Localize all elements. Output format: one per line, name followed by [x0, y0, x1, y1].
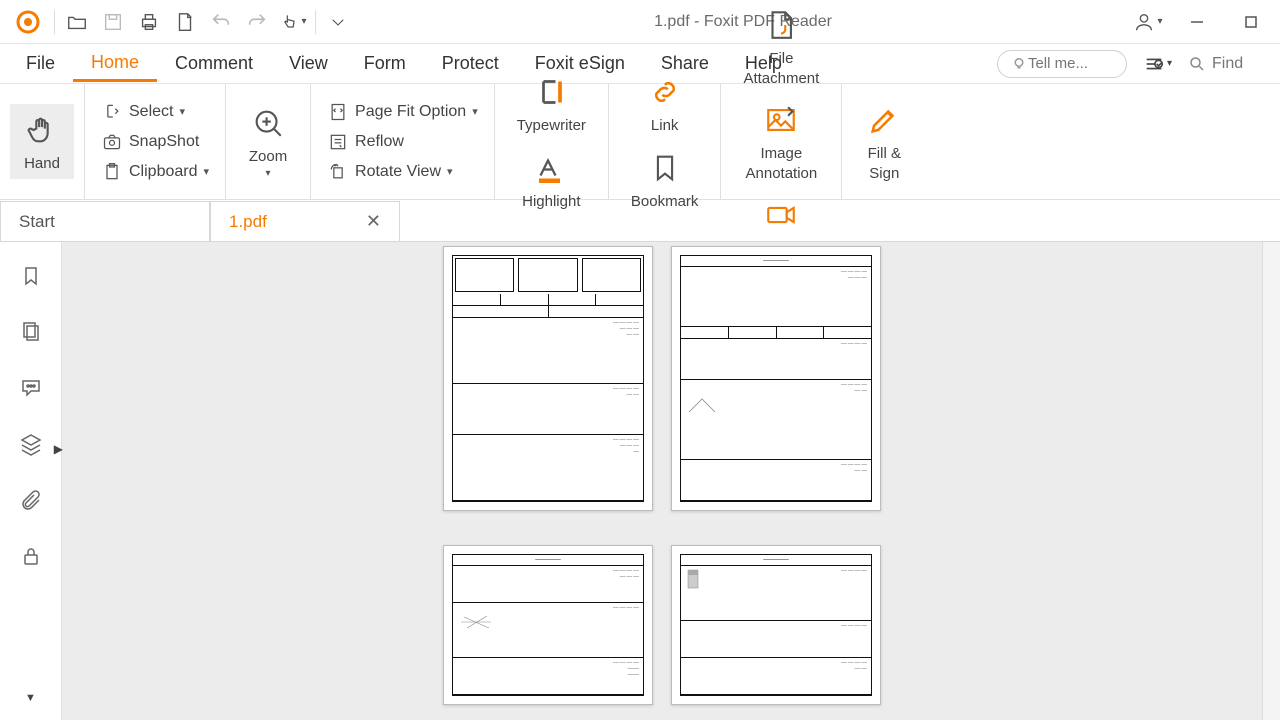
rotate-icon	[327, 161, 349, 183]
more-panels-icon[interactable]: ▼	[17, 684, 45, 712]
attachments-panel-icon[interactable]	[17, 486, 45, 514]
comments-panel-icon[interactable]	[17, 374, 45, 402]
save-icon[interactable]	[95, 4, 131, 40]
page-fit-icon	[327, 101, 349, 123]
overflow-icon[interactable]	[320, 4, 356, 40]
redo-icon[interactable]	[239, 4, 275, 40]
page-thumb-1[interactable]: ── ── ── ──── ── ──── ── ── ── ── ──── ─…	[443, 246, 653, 511]
page-viewer[interactable]: ── ── ── ──── ── ──── ── ── ── ── ──── ─…	[62, 242, 1262, 720]
zoom-icon	[248, 103, 288, 143]
app-logo	[16, 10, 40, 34]
hand-tool[interactable]: Hand	[10, 104, 74, 180]
maximize-icon[interactable]	[1228, 4, 1274, 40]
bookmark-tool[interactable]: Bookmark	[619, 142, 711, 218]
snapshot-tool[interactable]: SnapShot	[95, 127, 215, 157]
select-tool[interactable]: Select▾	[95, 97, 215, 127]
typewriter-tool[interactable]: Typewriter	[505, 66, 598, 142]
reflow-icon	[327, 131, 349, 153]
link-icon	[645, 72, 685, 112]
camera-icon	[101, 131, 123, 153]
page-thumb-2[interactable]: ────── ── ── ── ──── ── ── ── ── ── ── ─…	[671, 246, 881, 511]
page-fit-tool[interactable]: Page Fit Option▾	[321, 97, 484, 127]
highlight-tool[interactable]: Highlight	[510, 142, 592, 218]
nav-sidebar: ▶ ▼	[0, 242, 62, 720]
menu-file[interactable]: File	[8, 47, 73, 80]
find-input[interactable]	[1212, 55, 1262, 73]
tell-me-search[interactable]	[997, 50, 1127, 78]
menu-form[interactable]: Form	[346, 47, 424, 80]
link-tool[interactable]: Link	[633, 66, 697, 142]
page-thumb-3[interactable]: ────── ── ── ── ──── ── ── ── ── ── ── ─…	[443, 545, 653, 705]
image-anno-icon	[761, 100, 801, 140]
undo-icon[interactable]	[203, 4, 239, 40]
bookmark-icon	[645, 148, 685, 188]
expand-sidebar-icon[interactable]: ▶	[54, 442, 63, 456]
titlebar: ▾ 1.pdf - Foxit PDF Reader ▾	[0, 0, 1280, 44]
rotate-tool[interactable]: Rotate View▾	[321, 157, 484, 187]
vertical-scrollbar[interactable]	[1262, 242, 1280, 720]
find-box[interactable]	[1178, 51, 1272, 77]
menu-view[interactable]: View	[271, 47, 346, 80]
close-icon[interactable]: ✕	[366, 211, 381, 232]
menu-home[interactable]: Home	[73, 46, 157, 82]
open-icon[interactable]	[59, 4, 95, 40]
content-area: ▶ ▼ ── ── ── ──── ── ──── ── ── ── ── ──…	[0, 242, 1280, 720]
fill-sign-tool[interactable]: Fill & Sign	[852, 94, 916, 189]
pen-icon	[864, 100, 904, 140]
reflow-tool[interactable]: Reflow	[321, 127, 484, 157]
page-thumb-4[interactable]: ────── ── ── ── ── ── ── ── ── ── ── ── …	[671, 545, 881, 705]
highlight-icon	[531, 148, 571, 188]
hand-icon	[22, 110, 62, 150]
tell-me-input[interactable]	[1028, 55, 1108, 72]
tab-start[interactable]: Start	[0, 201, 210, 241]
options-icon[interactable]: ▾	[1137, 53, 1178, 75]
security-panel-icon[interactable]	[17, 542, 45, 570]
search-icon	[1188, 55, 1206, 73]
clipboard-icon	[101, 161, 123, 183]
minimize-icon[interactable]	[1174, 4, 1220, 40]
file-attachment-tool[interactable]: File Attachment	[731, 0, 831, 94]
typewriter-icon	[531, 72, 571, 112]
tab-document[interactable]: 1.pdf ✕	[210, 201, 400, 241]
user-icon[interactable]: ▾	[1130, 4, 1166, 40]
menu-comment[interactable]: Comment	[157, 47, 271, 80]
ribbon: Hand Select▾ SnapShot Clipboard▾ Zoom ▾ …	[0, 84, 1280, 200]
zoom-tool[interactable]: Zoom ▾	[236, 97, 300, 186]
page-add-icon[interactable]	[167, 4, 203, 40]
print-icon[interactable]	[131, 4, 167, 40]
select-icon	[101, 101, 123, 123]
menu-protect[interactable]: Protect	[424, 47, 517, 80]
video-icon	[761, 195, 801, 235]
file-attach-icon	[761, 5, 801, 45]
lightbulb-icon	[1010, 55, 1028, 73]
clipboard-tool[interactable]: Clipboard▾	[95, 157, 215, 187]
layers-panel-icon[interactable]	[17, 430, 45, 458]
touch-icon[interactable]: ▾	[275, 4, 311, 40]
bookmarks-panel-icon[interactable]	[17, 262, 45, 290]
pages-panel-icon[interactable]	[17, 318, 45, 346]
image-annotation-tool[interactable]: Image Annotation	[734, 94, 830, 189]
